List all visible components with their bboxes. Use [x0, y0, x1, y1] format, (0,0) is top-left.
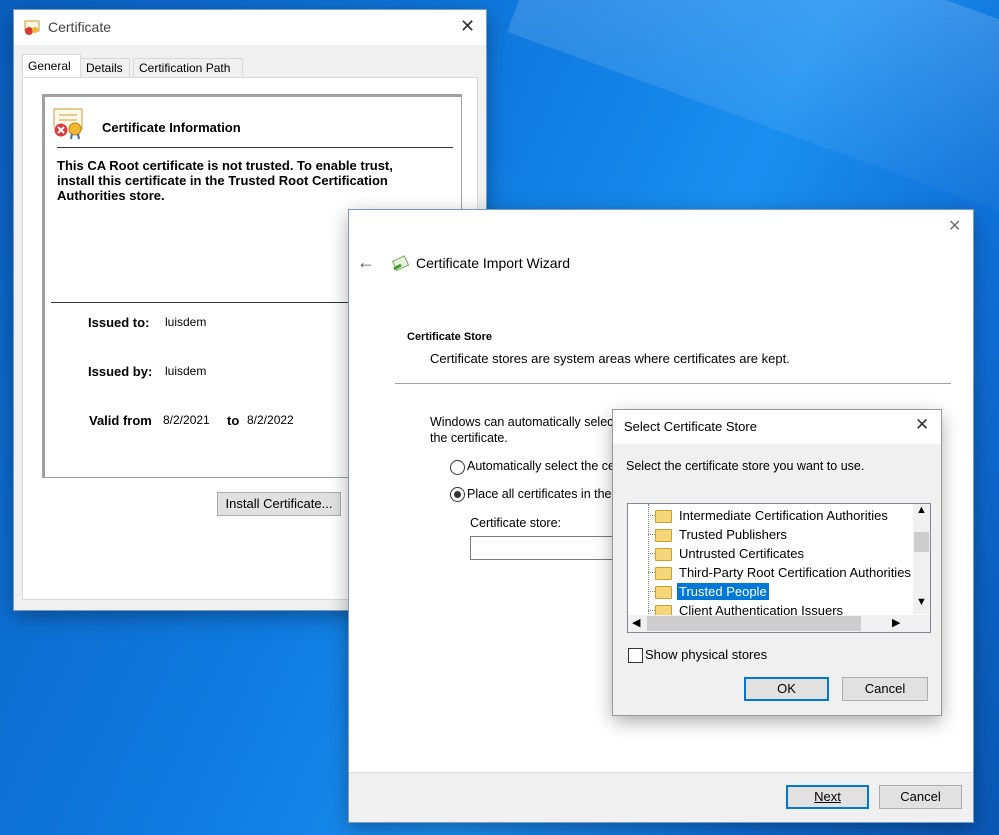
select-store-dialog: Select Certificate Store ✕ Select the ce… — [613, 410, 941, 715]
wizard-close-icon[interactable]: ✕ — [948, 216, 961, 236]
folder-icon — [655, 510, 672, 523]
certificate-close-icon[interactable]: ✕ — [460, 16, 475, 37]
wizard-cancel-button[interactable]: Cancel — [879, 785, 962, 809]
tree-item[interactable]: Intermediate Certification Authorities — [628, 506, 913, 525]
valid-from-value: 8/2/2021 — [163, 413, 210, 427]
tree-vertical-scrollbar[interactable]: ▲ ▼ — [913, 504, 930, 614]
tab-details[interactable]: Details — [80, 58, 130, 77]
valid-from-label: Valid from — [89, 413, 152, 428]
intro-text-line1: Windows can automatically selec — [430, 415, 614, 429]
select-store-title: Select Certificate Store — [624, 419, 757, 434]
radio-auto-select[interactable] — [450, 460, 465, 475]
tab-certification-path[interactable]: Certification Path — [133, 58, 243, 77]
certificate-app-icon — [24, 19, 40, 35]
hscroll-thumb[interactable] — [647, 616, 861, 631]
scroll-left-icon[interactable]: ◀ — [632, 616, 640, 629]
next-button-label: Next — [814, 789, 841, 804]
wizard-title: Certificate Import Wizard — [416, 255, 571, 271]
scroll-right-icon[interactable]: ▶ — [892, 616, 900, 629]
trust-warning-text: This CA Root certificate is not trusted.… — [57, 158, 393, 203]
header-divider — [395, 383, 951, 384]
issued-to-label: Issued to: — [88, 315, 150, 330]
issued-by-value: luisdem — [165, 364, 207, 378]
select-store-close-icon[interactable]: ✕ — [915, 415, 929, 435]
scroll-thumb[interactable] — [914, 532, 929, 552]
store-cancel-button[interactable]: Cancel — [842, 677, 928, 701]
folder-icon — [655, 529, 672, 542]
store-tree[interactable]: Intermediate Certification Authorities T… — [627, 503, 931, 633]
tree-item[interactable]: Untrusted Certificates — [628, 544, 913, 563]
ok-button[interactable]: OK — [744, 677, 829, 701]
wizard-footer: Next Cancel — [349, 772, 973, 822]
tab-general[interactable]: General — [22, 54, 81, 77]
certificate-window-title: Certificate — [48, 19, 112, 35]
issued-by-label: Issued by: — [88, 364, 153, 379]
next-button[interactable]: Next — [786, 785, 869, 809]
tree-horizontal-scrollbar[interactable]: ◀ ▶ — [628, 615, 930, 632]
folder-icon — [655, 548, 672, 561]
scroll-down-icon[interactable]: ▼ — [916, 596, 927, 608]
back-arrow-icon[interactable]: ← — [357, 252, 375, 273]
radio-place-all-label[interactable]: Place all certificates in the — [467, 487, 612, 501]
radio-auto-select-label[interactable]: Automatically select the ce — [467, 459, 615, 473]
install-certificate-button[interactable]: Install Certificate... — [217, 492, 341, 516]
select-store-prompt: Select the certificate store you want to… — [626, 459, 865, 473]
folder-icon — [655, 567, 672, 580]
certificate-store-label: Certificate store: — [470, 516, 562, 530]
select-store-titlebar: Select Certificate Store ✕ — [613, 410, 941, 444]
show-physical-label[interactable]: Show physical stores — [645, 647, 767, 662]
info-divider — [57, 147, 453, 148]
tree-item-selected[interactable]: Trusted People — [628, 582, 913, 601]
section-description: Certificate stores are system areas wher… — [430, 351, 790, 366]
show-physical-checkbox[interactable] — [628, 648, 643, 663]
valid-to-value: 8/2/2022 — [247, 413, 294, 427]
tree-item[interactable]: Trusted Publishers — [628, 525, 913, 544]
section-title: Certificate Store — [407, 331, 492, 343]
radio-place-all[interactable] — [450, 487, 465, 502]
tree-item[interactable]: Third-Party Root Certification Authoriti… — [628, 563, 913, 582]
valid-to-label: to — [227, 413, 240, 428]
certificate-info-heading: Certificate Information — [102, 120, 241, 135]
wizard-app-icon — [391, 253, 411, 273]
certificate-titlebar: Certificate ✕ — [14, 10, 486, 45]
intro-text-line2: the certificate. — [430, 431, 508, 445]
scroll-up-icon[interactable]: ▲ — [916, 504, 927, 516]
certificate-untrusted-icon — [51, 107, 85, 140]
folder-icon — [655, 586, 672, 599]
issued-to-value: luisdem — [165, 315, 207, 329]
